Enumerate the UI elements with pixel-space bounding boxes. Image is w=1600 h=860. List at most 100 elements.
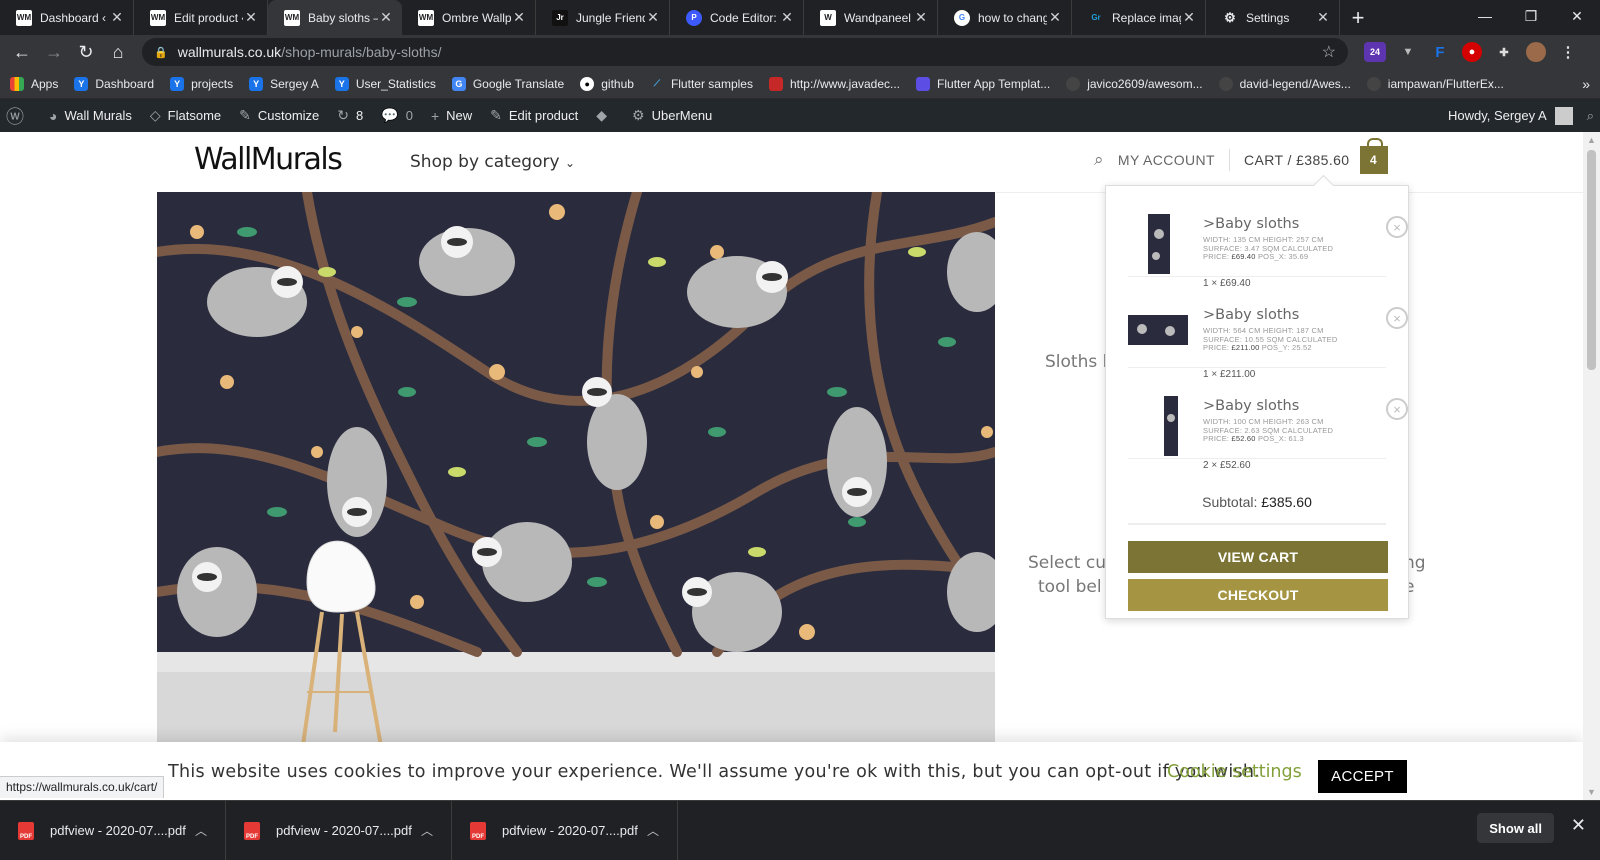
- search-icon[interactable]: ⌕: [1587, 108, 1594, 124]
- address-bar[interactable]: 🔒 wallmurals.co.uk/shop-murals/baby-slot…: [142, 38, 1348, 66]
- cart-item-thumbnail[interactable]: [1148, 214, 1170, 274]
- bookmark-item[interactable]: http://www.javadec...: [768, 76, 900, 91]
- close-tab-icon[interactable]: ✕: [511, 9, 527, 26]
- bookmark-item[interactable]: david-legend/Awes...: [1218, 76, 1351, 91]
- site-logo[interactable]: WallMurals: [194, 142, 343, 177]
- bookmark-item[interactable]: G Google Translate: [451, 76, 564, 91]
- new-tab-button[interactable]: +: [1340, 0, 1376, 35]
- browser-tab[interactable]: WM Dashboard ‹ W✕: [0, 0, 134, 35]
- checkout-button[interactable]: CHECKOUT: [1128, 579, 1388, 611]
- cart-item-thumbnail[interactable]: [1128, 315, 1188, 345]
- wp-updates-link[interactable]: ↻ 8: [337, 107, 363, 124]
- bookmark-item[interactable]: Y User_Statistics: [334, 76, 436, 91]
- scrollbar-thumb[interactable]: [1587, 150, 1596, 370]
- close-tab-icon[interactable]: ✕: [378, 9, 394, 26]
- close-tab-icon[interactable]: ✕: [913, 9, 929, 26]
- wp-comments-link[interactable]: 💬 0: [381, 107, 413, 124]
- restore-icon[interactable]: ❐: [1508, 0, 1554, 32]
- view-cart-button[interactable]: VIEW CART: [1128, 541, 1388, 573]
- remove-item-icon[interactable]: ×: [1386, 398, 1408, 420]
- wp-ubermenu-link[interactable]: ⚙ UberMenu: [632, 107, 712, 124]
- scroll-up-icon[interactable]: ▲: [1583, 132, 1600, 148]
- remove-item-icon[interactable]: ×: [1386, 216, 1408, 238]
- gr-favicon-icon: Gr: [1088, 9, 1104, 26]
- extension-badge-icon[interactable]: 24: [1364, 42, 1386, 62]
- browser-tab[interactable]: ⚙ Settings ✕: [1206, 0, 1340, 35]
- accept-cookies-button[interactable]: ACCEPT: [1318, 760, 1407, 793]
- bookmark-item[interactable]: Y Sergey A: [249, 76, 319, 91]
- profile-avatar[interactable]: [1526, 42, 1546, 62]
- bookmark-item[interactable]: ⟋ Flutter samples: [650, 77, 753, 91]
- cart-count-badge[interactable]: 4: [1359, 138, 1388, 174]
- bookmark-item[interactable]: Y Dashboard: [74, 76, 154, 91]
- wp-customize-link[interactable]: ✎ Customize: [239, 107, 319, 124]
- wp-edit-link[interactable]: ✎ Edit product: [490, 107, 578, 124]
- bookmark-item[interactable]: Yprojects: [170, 76, 233, 91]
- page-scrollbar[interactable]: ▲ ▼: [1583, 132, 1600, 800]
- bookmark-item[interactable]: iampawan/FlutterEx...: [1366, 76, 1504, 91]
- user-avatar[interactable]: [1554, 106, 1573, 125]
- back-arrow-icon[interactable]: ←: [6, 38, 38, 66]
- close-window-icon[interactable]: ✕: [1554, 0, 1600, 32]
- browser-tab[interactable]: Gr Replace imag ✕: [1072, 0, 1206, 35]
- cart-item-name[interactable]: >Baby sloths: [1203, 216, 1299, 232]
- bookmarks-overflow-icon[interactable]: »: [1582, 76, 1590, 92]
- url-host: wallmurals.co.uk: [177, 44, 282, 60]
- forward-arrow-icon[interactable]: →: [38, 38, 70, 66]
- red-extension-icon[interactable]: ●: [1462, 42, 1482, 62]
- cart-item-thumbnail[interactable]: [1164, 396, 1178, 456]
- lock-icon[interactable]: 🔒: [154, 46, 168, 59]
- browser-tab[interactable]: W Wandpaneel ✕: [804, 0, 938, 35]
- vee-extension-icon[interactable]: ▼: [1398, 42, 1418, 62]
- wp-theme-link[interactable]: ◇ Flatsome: [150, 107, 221, 124]
- close-tab-icon[interactable]: ✕: [1181, 9, 1197, 26]
- close-tab-icon[interactable]: ✕: [1315, 9, 1331, 26]
- cart-link[interactable]: CART / £385.60: [1244, 152, 1349, 168]
- my-account-link[interactable]: MY ACCOUNT: [1118, 152, 1215, 168]
- show-all-downloads-button[interactable]: Show all: [1477, 813, 1554, 843]
- close-tab-icon[interactable]: ✕: [243, 9, 259, 26]
- wp-logo[interactable]: ⓦ: [6, 103, 31, 129]
- more-menu-icon[interactable]: ⋮: [1558, 42, 1578, 62]
- howdy-text[interactable]: Howdy, Sergey A: [1448, 108, 1547, 123]
- cookie-settings-link[interactable]: Cookie settings: [1167, 762, 1302, 782]
- close-tab-icon[interactable]: ✕: [1047, 9, 1063, 26]
- search-icon[interactable]: ⌕: [1094, 150, 1104, 170]
- browser-tab[interactable]: Jr Jungle Friend ✕: [536, 0, 670, 35]
- cart-item-name[interactable]: >Baby sloths: [1203, 398, 1299, 414]
- download-item[interactable]: PDF pdfview - 2020-07....pdf ︿: [0, 800, 226, 860]
- wp-diamond-link[interactable]: ◆: [596, 107, 614, 124]
- f-extension-icon[interactable]: F: [1430, 42, 1450, 62]
- scroll-down-icon[interactable]: ▼: [1583, 784, 1600, 800]
- product-mural-image[interactable]: [157, 192, 995, 800]
- browser-tab[interactable]: P Code Editor: w✕: [670, 0, 804, 35]
- download-item[interactable]: PDF pdfview - 2020-07....pdf ︿: [452, 800, 678, 860]
- reload-icon[interactable]: ↻: [70, 38, 102, 66]
- cart-item-name[interactable]: >Baby sloths: [1203, 307, 1299, 323]
- bookmark-item[interactable]: ● github: [580, 76, 634, 91]
- browser-tab[interactable]: WM Ombre Wallp ✕: [402, 0, 536, 35]
- close-tab-icon[interactable]: ✕: [645, 9, 661, 26]
- minimize-icon[interactable]: —: [1462, 0, 1508, 32]
- bookmark-star-icon[interactable]: ☆: [1322, 42, 1336, 62]
- download-filename: pdfview - 2020-07....pdf: [502, 823, 638, 838]
- bookmark-item[interactable]: Apps: [10, 76, 58, 91]
- browser-tab[interactable]: Ghow to chang ✕: [938, 0, 1072, 35]
- shop-by-category-menu[interactable]: Shop by category ⌄: [410, 152, 575, 172]
- home-icon[interactable]: ⌂: [102, 38, 134, 66]
- wp-new-link[interactable]: + New: [431, 108, 472, 124]
- puzzle-icon[interactable]: ✚: [1494, 42, 1514, 62]
- close-shelf-icon[interactable]: ✕: [1571, 815, 1586, 836]
- chevron-up-icon[interactable]: ︿: [647, 822, 659, 839]
- close-tab-icon[interactable]: ✕: [779, 9, 795, 26]
- remove-item-icon[interactable]: ×: [1386, 307, 1408, 329]
- bookmark-item[interactable]: Flutter App Templat...: [916, 76, 1050, 91]
- close-tab-icon[interactable]: ✕: [109, 9, 125, 26]
- browser-tab-active[interactable]: WM Baby sloths – ✕: [268, 0, 402, 35]
- bookmark-item[interactable]: javico2609/awesom...: [1066, 76, 1203, 91]
- browser-tab[interactable]: WM Edit product ‹ ✕: [134, 0, 268, 35]
- download-item[interactable]: PDF pdfview - 2020-07....pdf ︿: [226, 800, 452, 860]
- chevron-up-icon[interactable]: ︿: [421, 822, 433, 839]
- chevron-up-icon[interactable]: ︿: [195, 822, 207, 839]
- wp-site-link[interactable]: ◕ Wall Murals: [49, 108, 132, 124]
